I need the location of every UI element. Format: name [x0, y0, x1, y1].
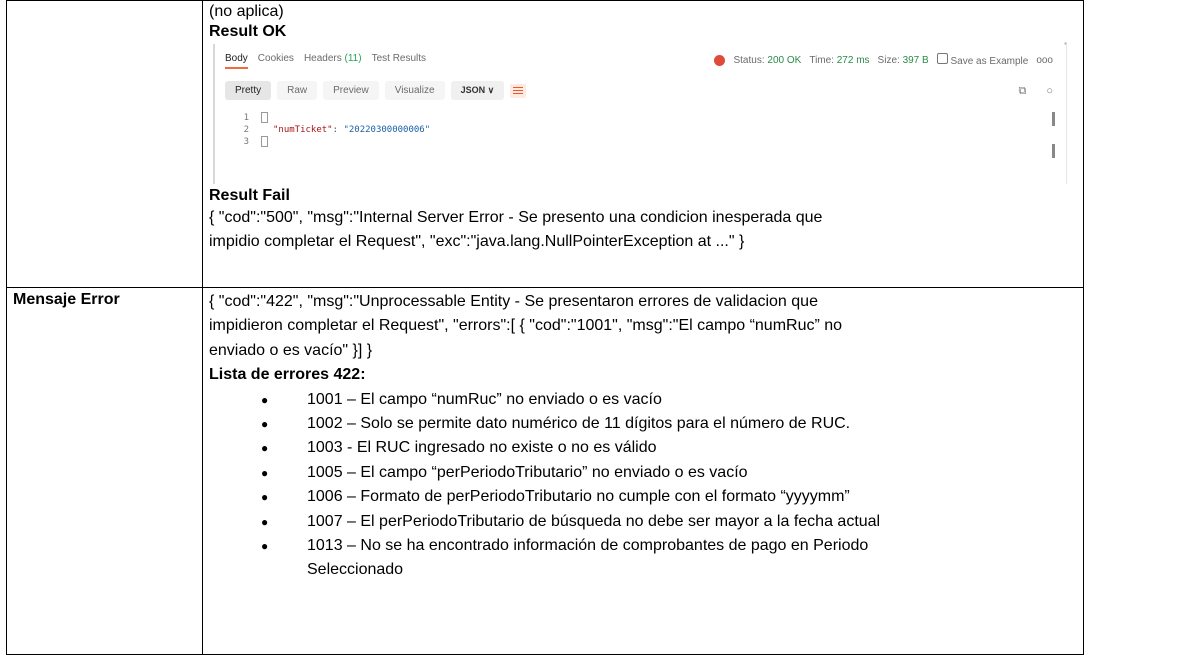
list-item: 1013 – No se ha encontrado información d…: [209, 534, 1077, 559]
tab-body[interactable]: Body: [225, 53, 248, 69]
save-as-example-button[interactable]: Save as Example: [936, 53, 1029, 67]
visualize-button[interactable]: Visualize: [384, 81, 445, 100]
json-value: "20220300000006": [343, 125, 431, 135]
format-value: JSON: [460, 85, 486, 95]
document-page: (no aplica) Result OK ▪ Body Cookies Hea…: [0, 0, 1194, 655]
mensaje-error-label: Mensaje Error: [6, 287, 203, 655]
mensaje-error-body: { "cod":"422", "msg":"Unprocessable Enti…: [209, 288, 1077, 363]
mensaje-error-line: impidieron completar el Request", "error…: [209, 317, 843, 335]
spec-table: (no aplica) Result OK ▪ Body Cookies Hea…: [6, 0, 1084, 655]
code-line: 1: [229, 112, 430, 124]
response-cell: (no aplica) Result OK ▪ Body Cookies Hea…: [202, 0, 1084, 288]
globe-icon[interactable]: [714, 54, 726, 66]
format-select[interactable]: JSON ∨: [450, 81, 505, 100]
table-row: Mensaje Error { "cod":"422", "msg":"Unpr…: [6, 287, 1084, 655]
search-icon[interactable]: ○: [1046, 85, 1053, 98]
result-fail-line: impidio completar el Request", "exc":"ja…: [209, 233, 745, 251]
headers-count: (11): [344, 53, 362, 64]
tab-headers[interactable]: Headers (11): [304, 53, 362, 69]
line-number: 2: [243, 125, 249, 135]
mensaje-error-line: { "cod":"422", "msg":"Unprocessable Enti…: [209, 293, 818, 310]
json-code-view: 1 2 "numTicket": "20220300000006" 3: [229, 112, 430, 148]
json-key: "numTicket": [273, 125, 333, 135]
error-list: 1001 – El campo “numRuc” no enviado o es…: [209, 388, 1077, 583]
raw-button[interactable]: Raw: [277, 81, 318, 100]
status-label: Status:: [733, 54, 765, 66]
postman-response-screenshot: ▪ Body Cookies Headers (11) Test Results…: [213, 39, 1067, 184]
mensaje-error-line: enviado o es vacío" }] }: [209, 341, 373, 359]
save-label: Save as Example: [950, 56, 1029, 67]
no-aplica-text: (no aplica): [209, 3, 284, 20]
result-ok-heading: Result OK: [209, 22, 287, 40]
list-item: 1001 – El campo “numRuc” no enviado o es…: [209, 388, 1077, 413]
tab-headers-label: Headers: [303, 53, 342, 64]
status-value: 200 OK: [767, 54, 802, 66]
list-item: 1003 - El RUC ingresado no existe o no e…: [209, 436, 1077, 461]
size-value: 397 B: [902, 54, 929, 66]
panel-edge: [1066, 44, 1067, 184]
tab-test-results-label: Test Results: [371, 53, 427, 64]
response-status-bar: Status: 200 OK Time: 272 ms Size: 397 B …: [714, 53, 1053, 67]
size-field: Size: 397 B: [878, 55, 929, 66]
list-item-continuation: Seleccionado: [307, 561, 404, 579]
more-options-icon[interactable]: ooo: [1036, 55, 1053, 66]
time-field: Time: 272 ms: [809, 55, 869, 66]
result-fail-heading: Result Fail: [209, 187, 290, 204]
preview-button[interactable]: Preview: [323, 81, 379, 100]
fold-brace-icon: [261, 136, 268, 147]
code-line: 3: [229, 136, 430, 148]
code-line: 2 "numTicket": "20220300000006": [229, 124, 431, 136]
list-item: 1006 – Formato de perPeriodoTributario n…: [209, 485, 1077, 510]
result-fail-line: { "cod":"500", "msg":"Internal Server Er…: [209, 209, 823, 226]
pretty-button[interactable]: Pretty: [225, 81, 272, 100]
result-fail-body: { "cod":"500", "msg":"Internal Server Er…: [209, 206, 1077, 255]
tab-body-label: Body: [225, 53, 248, 64]
response-actions: ⧉ ○: [1018, 85, 1053, 98]
fold-brace-icon: [261, 112, 268, 123]
json-separator: :: [332, 125, 344, 135]
tab-test-results[interactable]: Test Results: [372, 53, 426, 69]
list-item: 1002 – Solo se permite dato numérico de …: [209, 412, 1077, 437]
scrollbar-thumb[interactable]: [1052, 144, 1055, 158]
save-icon: [936, 53, 948, 64]
status-field: Status: 200 OK: [733, 55, 801, 66]
lista-errores-heading: Lista de errores 422:: [209, 366, 366, 384]
mensaje-error-cell: { "cod":"422", "msg":"Unprocessable Enti…: [202, 287, 1084, 655]
time-label: Time:: [809, 54, 834, 66]
table-row: (no aplica) Result OK ▪ Body Cookies Hea…: [6, 0, 1084, 288]
response-tabs: Body Cookies Headers (11) Test Results: [225, 53, 426, 69]
copy-icon[interactable]: ⧉: [1018, 85, 1026, 98]
list-item: 1005 – El campo “perPeriodoTributario” n…: [209, 461, 1077, 486]
line-number: 1: [243, 113, 249, 123]
left-cell-empty: [6, 0, 203, 288]
scrollbar-thumb[interactable]: [1052, 112, 1055, 126]
list-item: 1007 – El perPeriodoTributario de búsque…: [209, 510, 1077, 535]
time-value: 272 ms: [836, 54, 870, 66]
tab-cookies-label: Cookies: [257, 53, 294, 64]
size-label: Size:: [877, 54, 900, 66]
chevron-down-icon: ∨: [487, 85, 495, 95]
tab-cookies[interactable]: Cookies: [258, 53, 294, 69]
wrap-lines-icon[interactable]: [510, 83, 527, 98]
view-toolbar: Pretty Raw Preview Visualize JSON ∨: [225, 81, 527, 100]
line-number: 3: [243, 137, 249, 147]
